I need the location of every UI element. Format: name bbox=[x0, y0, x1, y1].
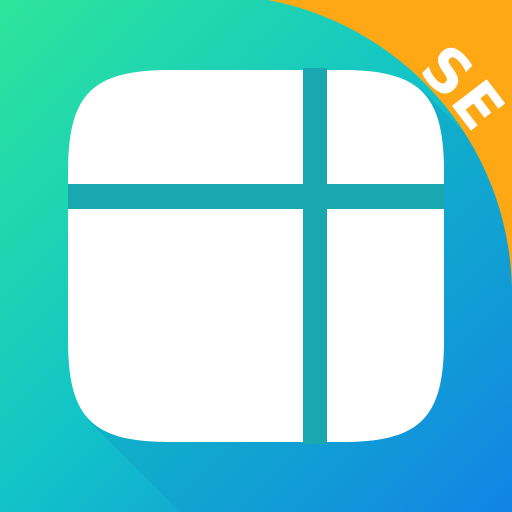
app-icon: SE bbox=[0, 0, 512, 512]
grid-tile bbox=[68, 70, 444, 442]
grid-vertical-line bbox=[303, 68, 327, 444]
grid-horizontal-line bbox=[68, 184, 444, 209]
